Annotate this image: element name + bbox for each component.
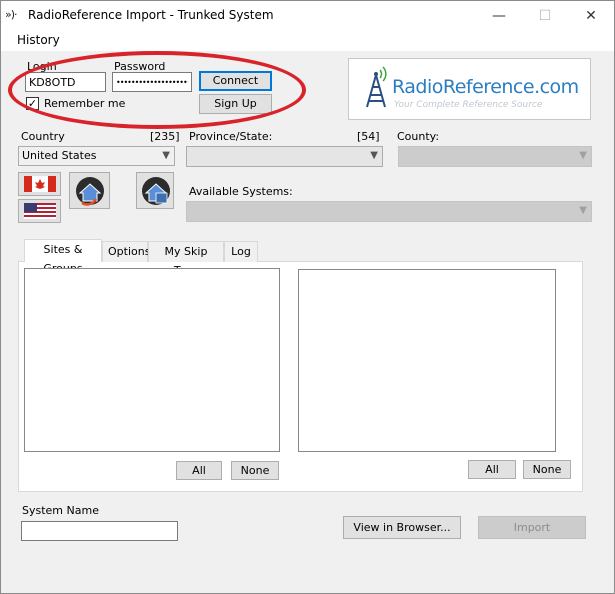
usa-flag-button[interactable] bbox=[18, 199, 61, 223]
tab-log[interactable]: Log bbox=[224, 241, 258, 262]
window-title: RadioReference Import - Trunked System bbox=[28, 8, 274, 22]
connect-button[interactable]: Connect bbox=[199, 71, 272, 91]
tab-my-skip-tags[interactable]: My Skip Tags bbox=[148, 241, 224, 277]
checkmark-icon: ✓ bbox=[27, 97, 38, 110]
remember-me-label: Remember me bbox=[44, 97, 126, 110]
chevron-down-icon: ▼ bbox=[162, 150, 170, 161]
province-label: Province/State: bbox=[189, 130, 273, 143]
chevron-down-icon: ▼ bbox=[579, 205, 587, 216]
login-field[interactable] bbox=[25, 72, 106, 92]
radio-tower-icon bbox=[366, 66, 387, 108]
antenna-icon: »)· bbox=[5, 8, 17, 21]
county-select[interactable]: ▼ bbox=[398, 146, 592, 167]
home-save-button[interactable] bbox=[136, 172, 174, 209]
import-button[interactable]: Import bbox=[478, 516, 586, 539]
home-save-icon bbox=[142, 177, 170, 205]
usa-flag-icon bbox=[24, 203, 56, 219]
menu-history[interactable]: History bbox=[11, 33, 66, 47]
chevron-down-icon: ▼ bbox=[579, 150, 587, 161]
home-refresh-button[interactable] bbox=[69, 172, 110, 209]
sites-all-button[interactable]: All bbox=[176, 461, 222, 480]
canada-flag-icon bbox=[24, 176, 56, 192]
minimize-button[interactable]: — bbox=[476, 1, 522, 31]
remember-me-checkbox[interactable]: ✓ bbox=[26, 97, 39, 110]
province-select[interactable]: ▼ bbox=[186, 146, 383, 167]
country-count: [235] bbox=[150, 130, 180, 143]
maximize-button[interactable]: ☐ bbox=[522, 1, 568, 31]
logo-name: RadioReference.com bbox=[392, 76, 579, 98]
sites-none-button[interactable]: None bbox=[231, 461, 279, 480]
close-button[interactable]: ✕ bbox=[568, 1, 614, 31]
available-systems-select[interactable]: ▼ bbox=[186, 201, 592, 222]
password-field[interactable] bbox=[112, 72, 192, 92]
groups-all-button[interactable]: All bbox=[468, 460, 516, 479]
home-refresh-icon bbox=[76, 177, 104, 206]
system-name-label: System Name bbox=[22, 504, 99, 517]
title-bar: »)· RadioReference Import - Trunked Syst… bbox=[1, 1, 614, 31]
main-window: »)· RadioReference Import - Trunked Syst… bbox=[0, 0, 615, 594]
view-in-browser-button[interactable]: View in Browser... bbox=[343, 516, 461, 539]
radioreference-logo: RadioReference.com Your Complete Referen… bbox=[348, 58, 591, 120]
system-name-field[interactable] bbox=[21, 521, 178, 541]
available-systems-label: Available Systems: bbox=[189, 185, 293, 198]
country-label: Country bbox=[21, 130, 65, 143]
groups-listbox[interactable] bbox=[298, 269, 556, 452]
canada-flag-button[interactable] bbox=[18, 172, 61, 196]
signup-button[interactable]: Sign Up bbox=[199, 94, 272, 114]
tab-options[interactable]: Options bbox=[102, 241, 150, 262]
province-count: [54] bbox=[357, 130, 380, 143]
tab-sites-groups[interactable]: Sites & Groups bbox=[24, 239, 102, 275]
sites-listbox[interactable] bbox=[24, 268, 280, 452]
logo-tagline: Your Complete Reference Source bbox=[394, 100, 543, 110]
menu-bar: History bbox=[1, 31, 614, 51]
chevron-down-icon: ▼ bbox=[370, 150, 378, 161]
county-label: County: bbox=[397, 130, 440, 143]
country-value: United States bbox=[22, 149, 97, 162]
country-select[interactable]: United States ▼ bbox=[18, 146, 175, 166]
groups-none-button[interactable]: None bbox=[523, 460, 571, 479]
